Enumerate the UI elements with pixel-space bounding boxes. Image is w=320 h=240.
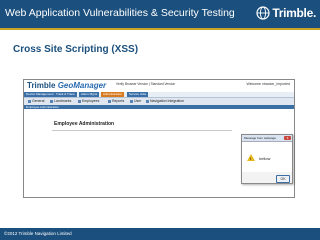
trimble-logo: Trimble. [256,5,316,21]
close-icon[interactable]: x [284,135,291,140]
menu-user[interactable]: User [130,99,141,103]
slide-footer: ©2012 Trimble Navigation Limited [0,228,320,240]
menu-employees[interactable]: Employees [78,99,99,103]
menu-reports[interactable]: Reports [108,99,124,103]
warning-icon: ! [247,154,255,161]
alert-dialog: Message from webpage x ! hellow OK [241,134,293,184]
breadcrumb: Employee Administration [24,105,294,109]
trimble-globe-icon [256,6,270,20]
dialog-message: hellow [259,156,271,161]
geomanager-logo-prefix: Trimble [27,81,56,90]
dialog-body: ! hellow [242,142,292,172]
app-top-links[interactable]: Verify Browser Version | Standard Versio… [116,82,175,86]
geomanager-logo: Trimble GeoManager [27,81,106,90]
menu-general[interactable]: General [28,99,44,103]
warning-mark: ! [250,155,252,161]
geomanager-logo-product: GeoManager [57,81,107,90]
dialog-title: Message from webpage [244,136,277,140]
menu-navigation-integration[interactable]: Navigation Integration [146,99,184,103]
slide-title: Cross Site Scripting (XSS) [13,44,139,55]
breadcrumb-text: Employee Administration [26,105,60,109]
menu-landmarks[interactable]: Landmarks [50,99,71,103]
slide-header: Web Application Vulnerabilities & Securi… [0,0,320,30]
footer-copyright: ©2012 Trimble Navigation Limited [4,231,72,236]
dialog-title-bar: Message from webpage x [242,135,292,142]
app-top-bar: Trimble GeoManager Verify Browser Versio… [24,80,294,92]
panel-divider [52,130,232,131]
slide-header-title: Web Application Vulnerabilities & Securi… [5,7,235,19]
trimble-logo-text: Trimble. [272,6,316,20]
panel-title: Employee Administration [54,121,115,127]
welcome-text: Welcome xtracker_imported [246,82,290,86]
ok-button[interactable]: OK [276,175,290,183]
